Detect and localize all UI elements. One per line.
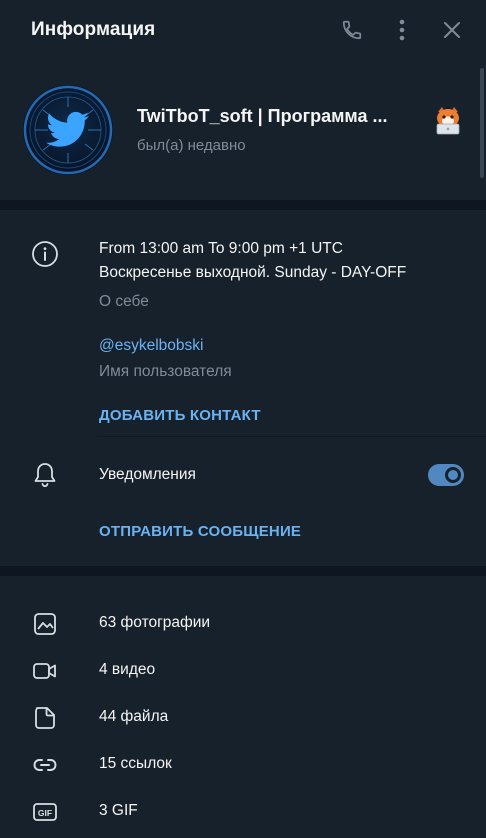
username-label: Имя пользователя <box>99 363 232 380</box>
photo-icon <box>32 612 58 636</box>
media-row-label: 44 файла <box>99 708 169 725</box>
notifications-label: Уведомления <box>99 466 196 483</box>
avatar[interactable] <box>23 85 113 175</box>
profile-section: TwiTboT_soft | Программа ... был(а) неда… <box>0 60 486 200</box>
media-row-label: 4 видео <box>99 661 156 678</box>
more-vertical-icon[interactable] <box>386 14 418 46</box>
media-row-photos[interactable]: 63 фотографии <box>0 600 486 647</box>
header-actions <box>336 14 468 46</box>
username-link[interactable]: @esykelbobski <box>99 337 203 355</box>
bio-text-line2: Воскресенье выходной. Sunday - DAY-OFF <box>99 264 407 281</box>
bio-label: О себе <box>99 293 149 310</box>
info-icon <box>31 240 59 273</box>
media-row-label: 3 GIF <box>99 802 138 819</box>
media-row-label: 15 ссылок <box>99 755 172 772</box>
gif-icon: GIF <box>32 800 58 824</box>
svg-text:GIF: GIF <box>38 808 52 818</box>
media-row-links[interactable]: 15 ссылок <box>0 741 486 788</box>
info-section: From 13:00 am To 9:00 pm +1 UTC Воскресе… <box>0 210 486 566</box>
section-divider <box>0 200 486 210</box>
close-icon[interactable] <box>436 14 468 46</box>
phone-icon[interactable] <box>336 14 368 46</box>
video-icon <box>32 659 58 683</box>
panel-header: Информация <box>0 0 486 60</box>
section-divider <box>0 566 486 576</box>
row-separator <box>97 436 486 437</box>
link-icon <box>32 753 58 777</box>
profile-status: был(а) недавно <box>137 137 246 154</box>
media-row-files[interactable]: 44 файла <box>0 694 486 741</box>
toggle-knob <box>445 467 461 483</box>
profile-name: TwiTboT_soft | Программа ... <box>137 106 388 126</box>
send-message-button[interactable]: ОТПРАВИТЬ СООБЩЕНИЕ <box>99 523 301 540</box>
fox-laptop-sticker-icon <box>432 104 464 136</box>
media-row-label: 63 фотографии <box>99 614 211 631</box>
file-icon <box>32 706 58 730</box>
add-contact-button[interactable]: ДОБАВИТЬ КОНТАКТ <box>99 407 261 424</box>
bio-text-line1: From 13:00 am To 9:00 pm +1 UTC <box>99 240 343 257</box>
media-row-videos[interactable]: 4 видео <box>0 647 486 694</box>
bell-icon <box>32 461 58 494</box>
panel-title: Информация <box>31 19 156 40</box>
shared-media-section: 63 фотографии 4 видео 44 файла 15 ссылок… <box>0 576 486 838</box>
notifications-toggle[interactable] <box>428 464 464 486</box>
media-row-gifs[interactable]: GIF 3 GIF <box>0 788 486 835</box>
